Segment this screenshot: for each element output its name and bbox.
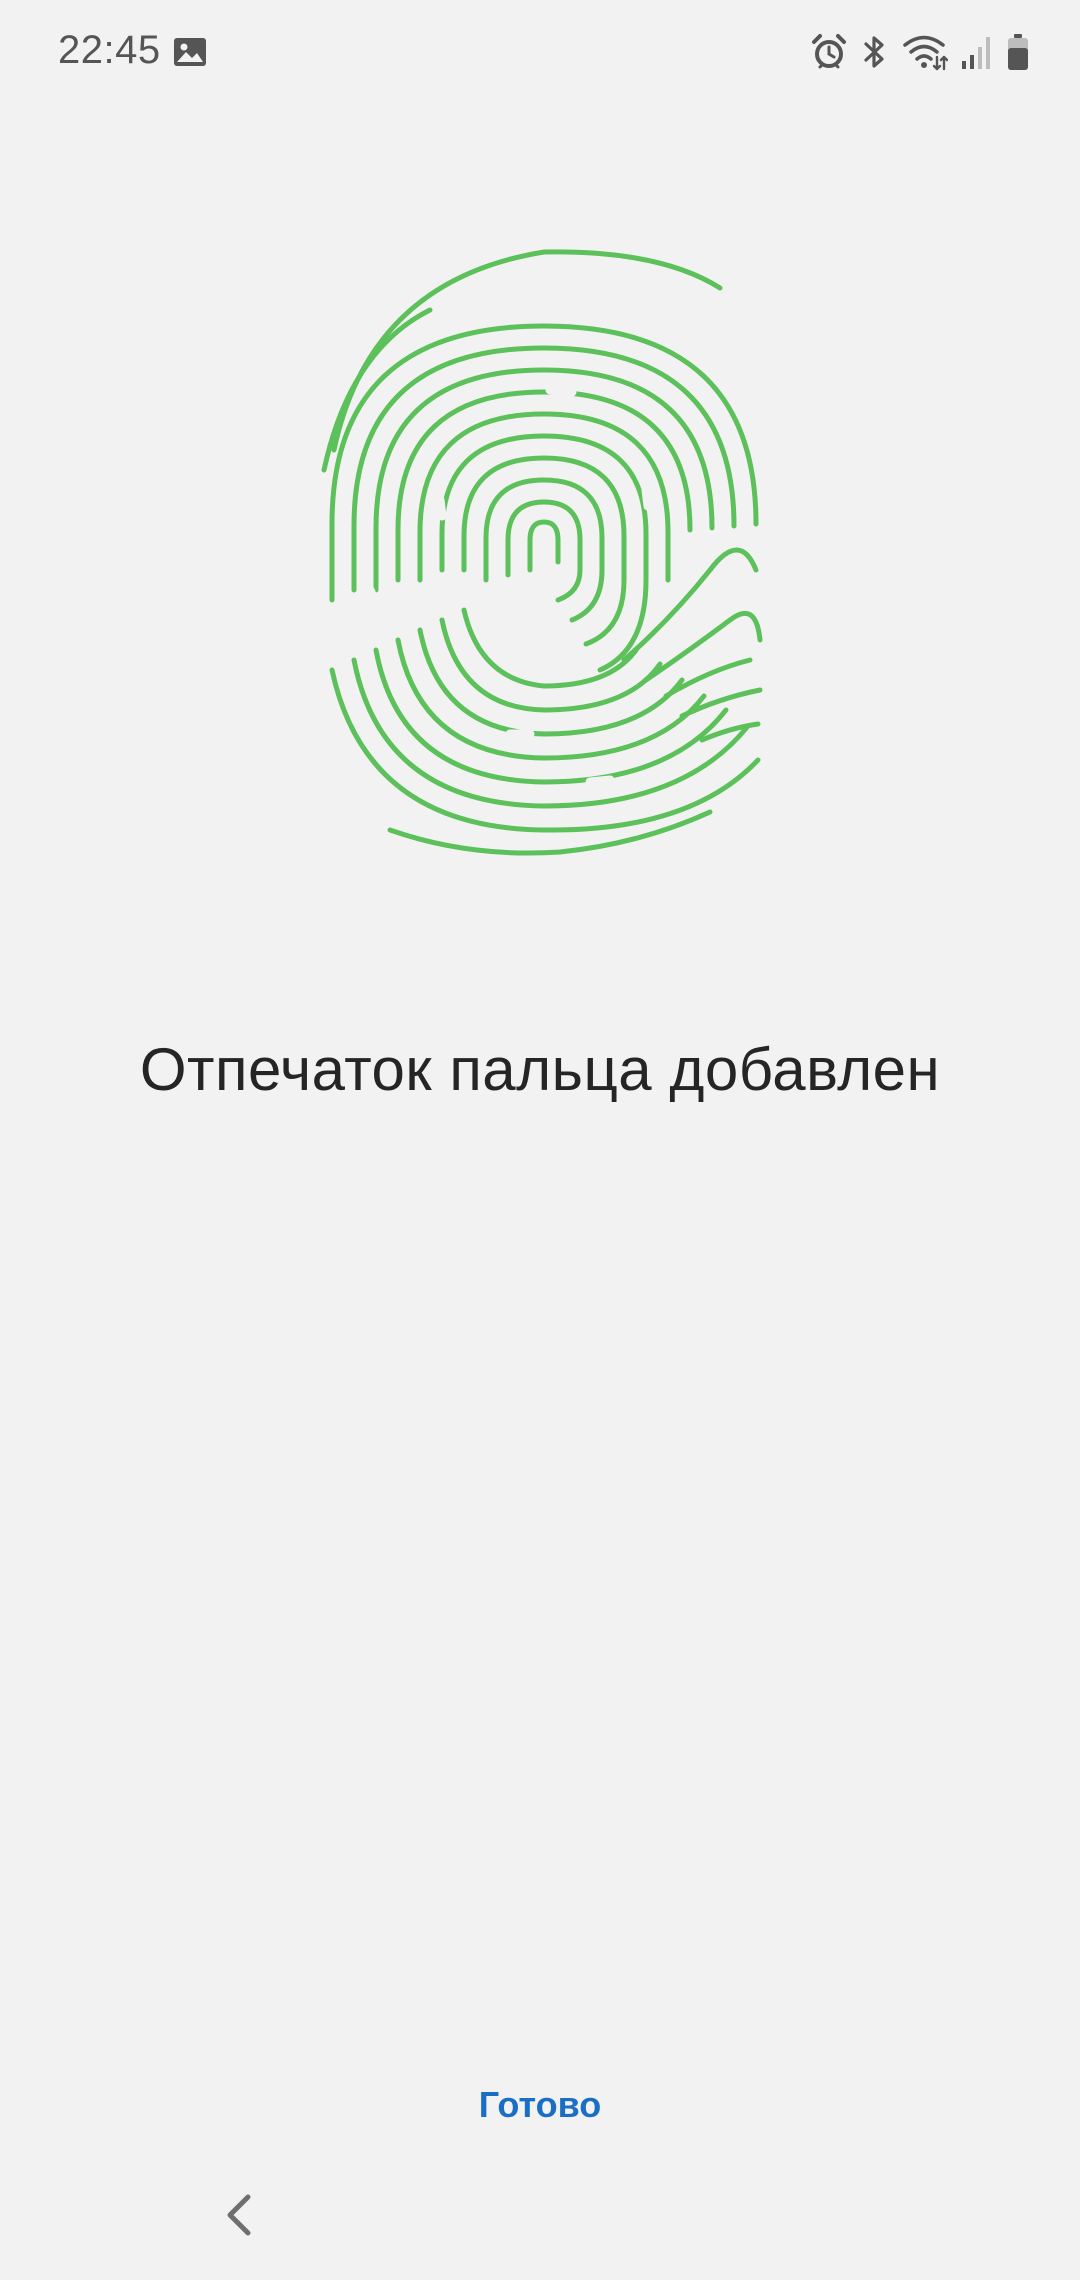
gallery-icon: [172, 34, 208, 70]
fingerprint-icon: [321, 249, 763, 856]
page-title: Отпечаток пальца добавлен: [139, 1036, 941, 1103]
done-button[interactable]: Готово: [420, 2070, 660, 2140]
signal-icon: [960, 33, 994, 71]
wifi-icon: [902, 33, 948, 71]
status-bar: 22:45: [0, 0, 1080, 110]
chevron-left-icon[interactable]: [210, 2185, 270, 2245]
bluetooth-icon: [860, 33, 890, 71]
status-icons: [810, 30, 1030, 74]
battery-icon: [1006, 33, 1030, 71]
status-time: 22:45: [58, 28, 161, 72]
fingerprint-added-screen: 22:45 Отпечаток пальца добавлен Готово: [0, 0, 1080, 2280]
alarm-icon: [810, 33, 848, 71]
